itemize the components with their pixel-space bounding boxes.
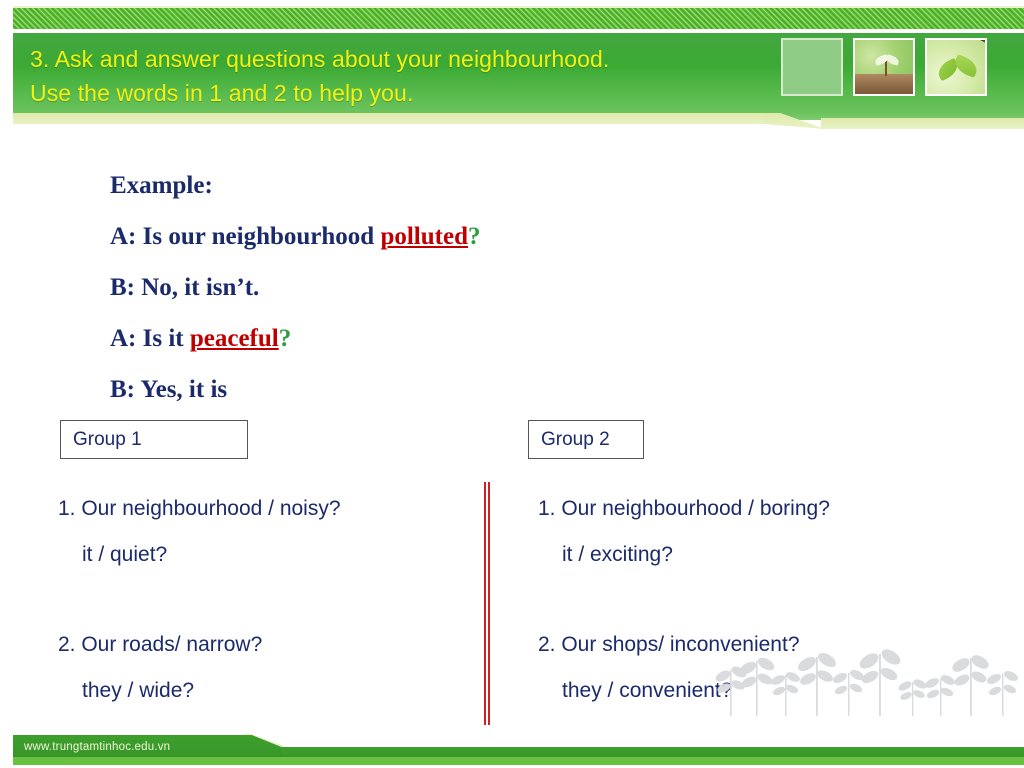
example-line-3-suffix: ? [278, 325, 292, 352]
footer-url[interactable]: www.trungtamtinhoc.edu.vn [24, 741, 170, 753]
list-item: 2. Our roads/ narrow? they / wide? [58, 622, 478, 714]
group-2-item-1-sub: it / exciting? [562, 543, 673, 566]
list-item: 1. Our neighbourhood / boring? it / exci… [538, 486, 978, 578]
example-line-3-prefix: A: Is it [110, 325, 190, 352]
example-line-2: B: No, it isn’t. [110, 262, 730, 313]
blank-green-thumbnail [781, 38, 843, 96]
footer-bar: www.trungtamtinhoc.edu.vn [0, 718, 1024, 768]
header-hatched-stripe [13, 8, 1024, 29]
group-1-item-2-sub: they / wide? [82, 679, 195, 702]
leaves-thumbnail [925, 38, 987, 96]
vertical-red-divider [484, 482, 490, 725]
group-1-item-1-sub: it / quiet? [82, 543, 168, 566]
example-line-4: B: Yes, it is [110, 364, 730, 415]
group-2-item-1-main: 1. Our neighbourhood / boring? [538, 497, 830, 520]
group-1-label: Group 1 [73, 428, 142, 450]
example-line-4-prefix: B: Yes, it is [110, 376, 228, 403]
group-1-column: 1. Our neighbourhood / noisy? it / quiet… [58, 486, 478, 714]
example-line-1: A: Is our neighbourhood polluted? [110, 211, 730, 262]
underband-left [13, 113, 765, 124]
group-1-item-2-main: 2. Our roads/ narrow? [58, 633, 263, 656]
list-item: 2. Our shops/ inconvenient? they / conve… [538, 622, 978, 714]
example-heading: Example: [110, 172, 213, 199]
group-1-item-1-main: 1. Our neighbourhood / noisy? [58, 497, 341, 520]
divider-line-right [488, 482, 490, 725]
soil-icon [855, 74, 913, 94]
underband-slope [763, 113, 825, 129]
group-2-label-box: Group 2 [528, 420, 644, 459]
page-title: 3. Ask and answer questions about your n… [30, 46, 610, 106]
example-line-3: A: Is it peaceful? [110, 313, 730, 364]
group-1-label-box: Group 1 [60, 420, 248, 459]
example-line-2-prefix: B: No, it isn’t. [110, 274, 260, 301]
header-thumbnail-strip [781, 38, 987, 96]
example-line-3-highlight: peaceful [189, 325, 279, 352]
stem-icon [885, 61, 887, 76]
divider-line-left [484, 482, 486, 725]
example-line-1-prefix: A: Is our neighbourhood [110, 223, 381, 250]
header-banner: 3. Ask and answer questions about your n… [0, 0, 1024, 130]
example-line-1-suffix: ? [467, 223, 481, 250]
group-2-label: Group 2 [541, 428, 610, 450]
list-item: 1. Our neighbourhood / noisy? it / quiet… [58, 486, 478, 578]
group-2-column: 1. Our neighbourhood / boring? it / exci… [538, 486, 978, 714]
footer-light-green-bar [13, 757, 1024, 765]
header-cream-underband [13, 113, 1024, 129]
seedling-thumbnail [853, 38, 915, 96]
underband-right [821, 118, 1024, 129]
group-2-item-2-main: 2. Our shops/ inconvenient? [538, 633, 800, 656]
group-2-item-2-sub: they / convenient? [562, 679, 733, 702]
example-block: Example: A: Is our neighbourhood pollute… [110, 160, 730, 415]
example-line-1-highlight: polluted [380, 223, 468, 250]
slide-canvas: 3. Ask and answer questions about your n… [0, 0, 1024, 768]
